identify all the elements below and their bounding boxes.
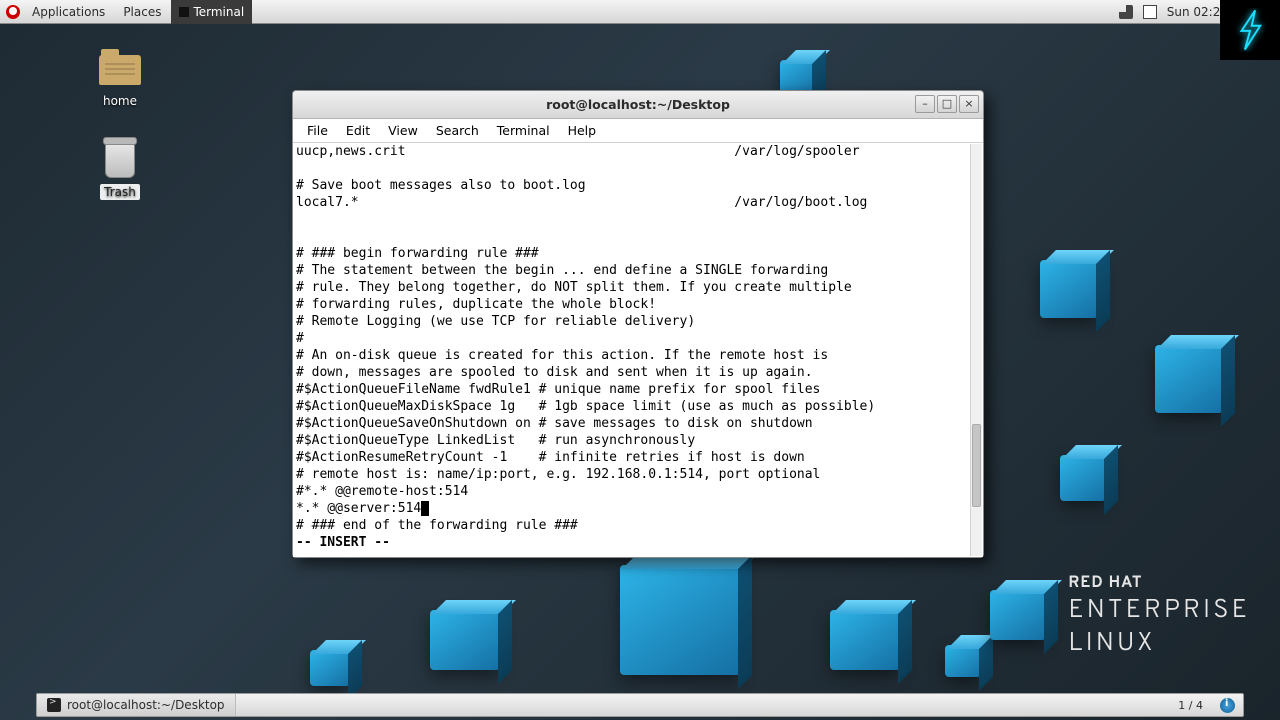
menu-search[interactable]: Search [428, 121, 487, 140]
taskbar-button-terminal[interactable]: root@localhost:~/Desktop [37, 694, 236, 716]
folder-icon [99, 55, 141, 85]
wallpaper-cube [430, 610, 500, 670]
terminal-icon [47, 698, 61, 712]
wallpaper-brand: RED HAT ENTERPRISE LINUX [1068, 574, 1250, 660]
menu-applications[interactable]: Applications [24, 0, 113, 24]
menu-edit[interactable]: Edit [338, 121, 378, 140]
window-close-button[interactable]: × [959, 95, 979, 113]
terminal-scrollbar[interactable] [970, 144, 982, 556]
top-panel: Applications Places Terminal Sun 02:26 r… [0, 0, 1280, 24]
terminal-line: # remote host is: name/ip:port, e.g. 192… [296, 466, 980, 483]
terminal-line: # ### begin forwarding rule ### [296, 245, 980, 262]
overlay-badge [1220, 0, 1280, 60]
terminal-line: # The statement between the begin ... en… [296, 262, 980, 279]
distro-icon [6, 5, 20, 19]
trash-icon [105, 142, 135, 178]
running-app-indicator[interactable]: Terminal [171, 0, 252, 24]
terminal-icon [179, 7, 189, 17]
wallpaper-cube [1155, 345, 1223, 413]
terminal-line: # An on-disk queue is created for this a… [296, 347, 980, 364]
terminal-line: # down, messages are spooled to disk and… [296, 364, 980, 381]
terminal-window[interactable]: root@localhost:~/Desktop – □ × File Edit… [292, 90, 984, 558]
terminal-active-line: *.* @@server:514 [296, 500, 980, 517]
brand-line1: RED HAT [1068, 574, 1250, 594]
brand-line3: LINUX [1068, 627, 1250, 660]
running-app-label: Terminal [193, 5, 244, 19]
terminal-line: # Remote Logging (we use TCP for reliabl… [296, 313, 980, 330]
terminal-line: # rule. They belong together, do NOT spl… [296, 279, 980, 296]
wallpaper-cube [620, 565, 740, 675]
menu-help[interactable]: Help [560, 121, 605, 140]
terminal-line: #$ActionQueueMaxDiskSpace 1g # 1gb space… [296, 398, 980, 415]
volume-icon[interactable] [1119, 5, 1133, 19]
desktop-icon-home[interactable]: home [80, 50, 160, 108]
menu-file[interactable]: File [299, 121, 336, 140]
terminal-line [296, 228, 980, 245]
terminal-line: #*.* @@remote-host:514 [296, 483, 980, 500]
terminal-line: # forwarding rules, duplicate the whole … [296, 296, 980, 313]
terminal-line: #$ActionQueueFileName fwdRule1 # unique … [296, 381, 980, 398]
wallpaper-cube [1060, 455, 1106, 501]
terminal-menubar: File Edit View Search Terminal Help [293, 119, 983, 143]
terminal-line: # ### end of the forwarding rule ### [296, 517, 980, 534]
menu-terminal[interactable]: Terminal [489, 121, 558, 140]
window-maximize-button[interactable]: □ [937, 95, 957, 113]
terminal-line [296, 211, 980, 228]
menu-view[interactable]: View [380, 121, 426, 140]
terminal-line: #$ActionQueueSaveOnShutdown on # save me… [296, 415, 980, 432]
taskbar-button-label: root@localhost:~/Desktop [67, 698, 225, 712]
panel-clock[interactable]: Sun 02:26 [1167, 5, 1228, 19]
text-cursor [421, 501, 429, 516]
wallpaper-cube [990, 590, 1046, 640]
terminal-line: # Save boot messages also to boot.log [296, 177, 980, 194]
desktop-icon-label: Trash [100, 184, 140, 200]
terminal-line: #$ActionQueueType LinkedList # run async… [296, 432, 980, 449]
window-minimize-button[interactable]: – [915, 95, 935, 113]
terminal-line [296, 160, 980, 177]
terminal-content[interactable]: uucp,news.crit /var/log/spooler # Save b… [293, 143, 983, 557]
wallpaper-cube [780, 60, 814, 94]
wallpaper-cube [1040, 260, 1098, 318]
bottom-taskbar: root@localhost:~/Desktop 1 / 4 [36, 693, 1244, 717]
desktop-icon-label: home [103, 94, 137, 108]
terminal-line: uucp,news.crit /var/log/spooler [296, 143, 980, 160]
brand-line2: ENTERPRISE [1068, 594, 1250, 627]
desktop-icon-trash[interactable]: Trash [80, 140, 160, 200]
wallpaper-cube [310, 650, 350, 686]
wallpaper-cube [830, 610, 900, 670]
bolt-icon [1233, 8, 1267, 52]
terminal-line: # [296, 330, 980, 347]
window-title: root@localhost:~/Desktop [293, 97, 983, 112]
scrollbar-thumb[interactable] [972, 424, 981, 506]
wallpaper-cube [945, 645, 981, 677]
network-icon[interactable] [1143, 5, 1157, 19]
terminal-line: local7.* /var/log/boot.log [296, 194, 980, 211]
vim-mode-line: -- INSERT -- [296, 534, 980, 551]
menu-places[interactable]: Places [115, 0, 169, 24]
terminal-line: #$ActionResumeRetryCount -1 # infinite r… [296, 449, 980, 466]
window-titlebar[interactable]: root@localhost:~/Desktop – □ × [293, 91, 983, 119]
info-tray-icon[interactable] [1220, 698, 1235, 713]
workspace-pager[interactable]: 1 / 4 [1171, 697, 1210, 714]
